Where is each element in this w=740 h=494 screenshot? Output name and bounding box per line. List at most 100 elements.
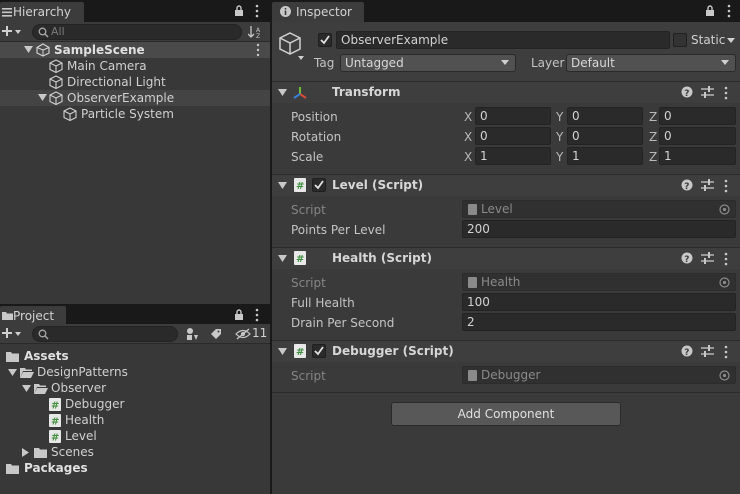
preset-sliders-icon[interactable] — [701, 252, 714, 265]
gameobject-large-icon[interactable] — [279, 32, 305, 62]
component-more-icon[interactable] — [724, 179, 728, 193]
more-options-icon[interactable] — [727, 4, 731, 18]
component-more-icon[interactable] — [724, 252, 728, 266]
axis-y-label[interactable]: Y — [556, 110, 563, 124]
collapsed-arrow-icon[interactable] — [22, 448, 30, 457]
object-picker-icon[interactable] — [719, 204, 730, 215]
project-script-health[interactable]: # Health — [0, 412, 270, 428]
lock-icon[interactable] — [705, 5, 715, 17]
add-component-button[interactable]: Add Component — [391, 402, 621, 426]
help-icon[interactable]: ? — [681, 179, 693, 191]
project-folder-scenes[interactable]: Scenes — [0, 444, 270, 460]
axis-z-label[interactable]: Z — [649, 110, 657, 124]
script-reference-field[interactable]: Level — [462, 200, 736, 218]
script-value: Level — [481, 202, 513, 216]
tab-inspector[interactable]: Inspector — [272, 2, 364, 22]
expand-arrow-icon[interactable] — [24, 46, 33, 54]
help-icon[interactable]: ? — [681, 345, 693, 357]
position-y-field[interactable]: 0 — [567, 107, 643, 125]
axis-y-label[interactable]: Y — [556, 130, 563, 144]
project-folder-packages[interactable]: Packages — [0, 460, 270, 476]
foldout-arrow-icon[interactable] — [278, 182, 287, 190]
axis-z-label[interactable]: Z — [649, 130, 657, 144]
component-more-icon[interactable] — [724, 86, 728, 100]
scene-name: SampleScene — [54, 43, 145, 57]
preset-sliders-icon[interactable] — [701, 345, 714, 358]
hierarchy-item-observer-example[interactable]: ObserverExample — [0, 90, 270, 106]
tab-hierarchy[interactable]: Hierarchy — [0, 2, 84, 22]
search-input[interactable]: All — [32, 24, 242, 40]
rotation-x-field[interactable]: 0 — [475, 127, 551, 145]
object-picker-icon[interactable] — [719, 277, 730, 288]
preset-sliders-icon[interactable] — [701, 86, 714, 99]
more-options-icon[interactable] — [255, 4, 259, 18]
axis-y-label[interactable]: Y — [556, 150, 563, 164]
project-toolbar: 11 — [0, 324, 270, 344]
rotation-y-field[interactable]: 0 — [567, 127, 643, 145]
scale-y-field[interactable]: 1 — [567, 147, 643, 165]
hierarchy-item-directional-light[interactable]: Directional Light — [0, 74, 270, 90]
hierarchy-item-main-camera[interactable]: Main Camera — [0, 58, 270, 74]
position-z-field[interactable]: 0 — [659, 107, 736, 125]
project-script-level[interactable]: # Level — [0, 428, 270, 444]
lock-icon[interactable] — [234, 5, 244, 17]
component-title: Health (Script) — [332, 251, 432, 265]
project-folder-assets[interactable]: Assets — [0, 348, 270, 364]
expand-arrow-icon[interactable] — [22, 385, 31, 393]
create-plus-icon[interactable] — [2, 26, 22, 38]
search-by-type-icon[interactable] — [185, 327, 199, 341]
script-reference-field[interactable]: Health — [462, 273, 736, 291]
scene-row[interactable]: SampleScene — [0, 42, 270, 58]
script-reference-field[interactable]: Debugger — [462, 366, 736, 384]
help-icon[interactable]: ? — [681, 252, 693, 264]
component-enabled-checkbox[interactable] — [312, 344, 326, 358]
project-script-debugger[interactable]: # Debugger — [0, 396, 270, 412]
static-dropdown-arrow-icon[interactable] — [727, 38, 735, 44]
layer-value: Default — [571, 56, 615, 70]
scale-z-field[interactable]: 1 — [659, 147, 736, 165]
foldout-arrow-icon[interactable] — [278, 255, 287, 263]
axis-x-label[interactable]: X — [464, 150, 472, 164]
more-options-icon[interactable] — [255, 308, 259, 322]
active-checkbox[interactable] — [318, 33, 332, 47]
tag-dropdown[interactable]: Untagged — [340, 54, 516, 72]
sort-icon[interactable]: AZ — [248, 25, 264, 39]
rotation-label: Rotation — [291, 130, 342, 144]
scale-x-field[interactable]: 1 — [475, 147, 551, 165]
full-health-field[interactable]: 100 — [462, 293, 736, 311]
object-picker-icon[interactable] — [719, 370, 730, 381]
foldout-arrow-icon[interactable] — [278, 89, 287, 97]
preset-sliders-icon[interactable] — [701, 179, 714, 192]
expand-arrow-icon[interactable] — [8, 369, 17, 377]
drain-per-second-field[interactable]: 2 — [462, 313, 736, 331]
create-plus-icon[interactable] — [2, 328, 22, 340]
transform-header[interactable]: Transform ? — [272, 81, 740, 103]
axis-x-label[interactable]: X — [464, 110, 472, 124]
position-x-field[interactable]: 0 — [475, 107, 551, 125]
hierarchy-item-particle-system[interactable]: Particle System — [0, 106, 270, 122]
scene-more-icon[interactable] — [256, 43, 260, 57]
expand-arrow-icon[interactable] — [38, 94, 47, 102]
tab-project[interactable]: Project — [0, 306, 66, 326]
points-per-level-field[interactable]: 200 — [462, 220, 736, 238]
object-name-field[interactable]: ObserverExample — [336, 31, 670, 49]
level-script-header[interactable]: # Level (Script) ? — [272, 174, 740, 196]
lock-icon[interactable] — [234, 309, 244, 321]
axis-z-label[interactable]: Z — [649, 150, 657, 164]
help-icon[interactable]: ? — [681, 86, 693, 98]
health-script-header[interactable]: # Health (Script) ? — [272, 247, 740, 269]
foldout-arrow-icon[interactable] — [278, 348, 287, 356]
tag-icon[interactable] — [210, 328, 222, 340]
layer-dropdown[interactable]: Default — [566, 54, 736, 72]
info-icon — [280, 6, 291, 17]
axis-x-label[interactable]: X — [464, 130, 472, 144]
component-more-icon[interactable] — [724, 345, 728, 359]
project-folder-design-patterns[interactable]: DesignPatterns — [0, 364, 270, 380]
hidden-packages-eye-icon[interactable] — [235, 328, 251, 340]
project-folder-observer[interactable]: Observer — [0, 380, 270, 396]
static-checkbox[interactable] — [673, 33, 687, 47]
debugger-script-header[interactable]: # Debugger (Script) ? — [272, 340, 740, 362]
project-search-input[interactable] — [32, 326, 178, 342]
component-enabled-checkbox[interactable] — [312, 178, 326, 192]
rotation-z-field[interactable]: 0 — [659, 127, 736, 145]
